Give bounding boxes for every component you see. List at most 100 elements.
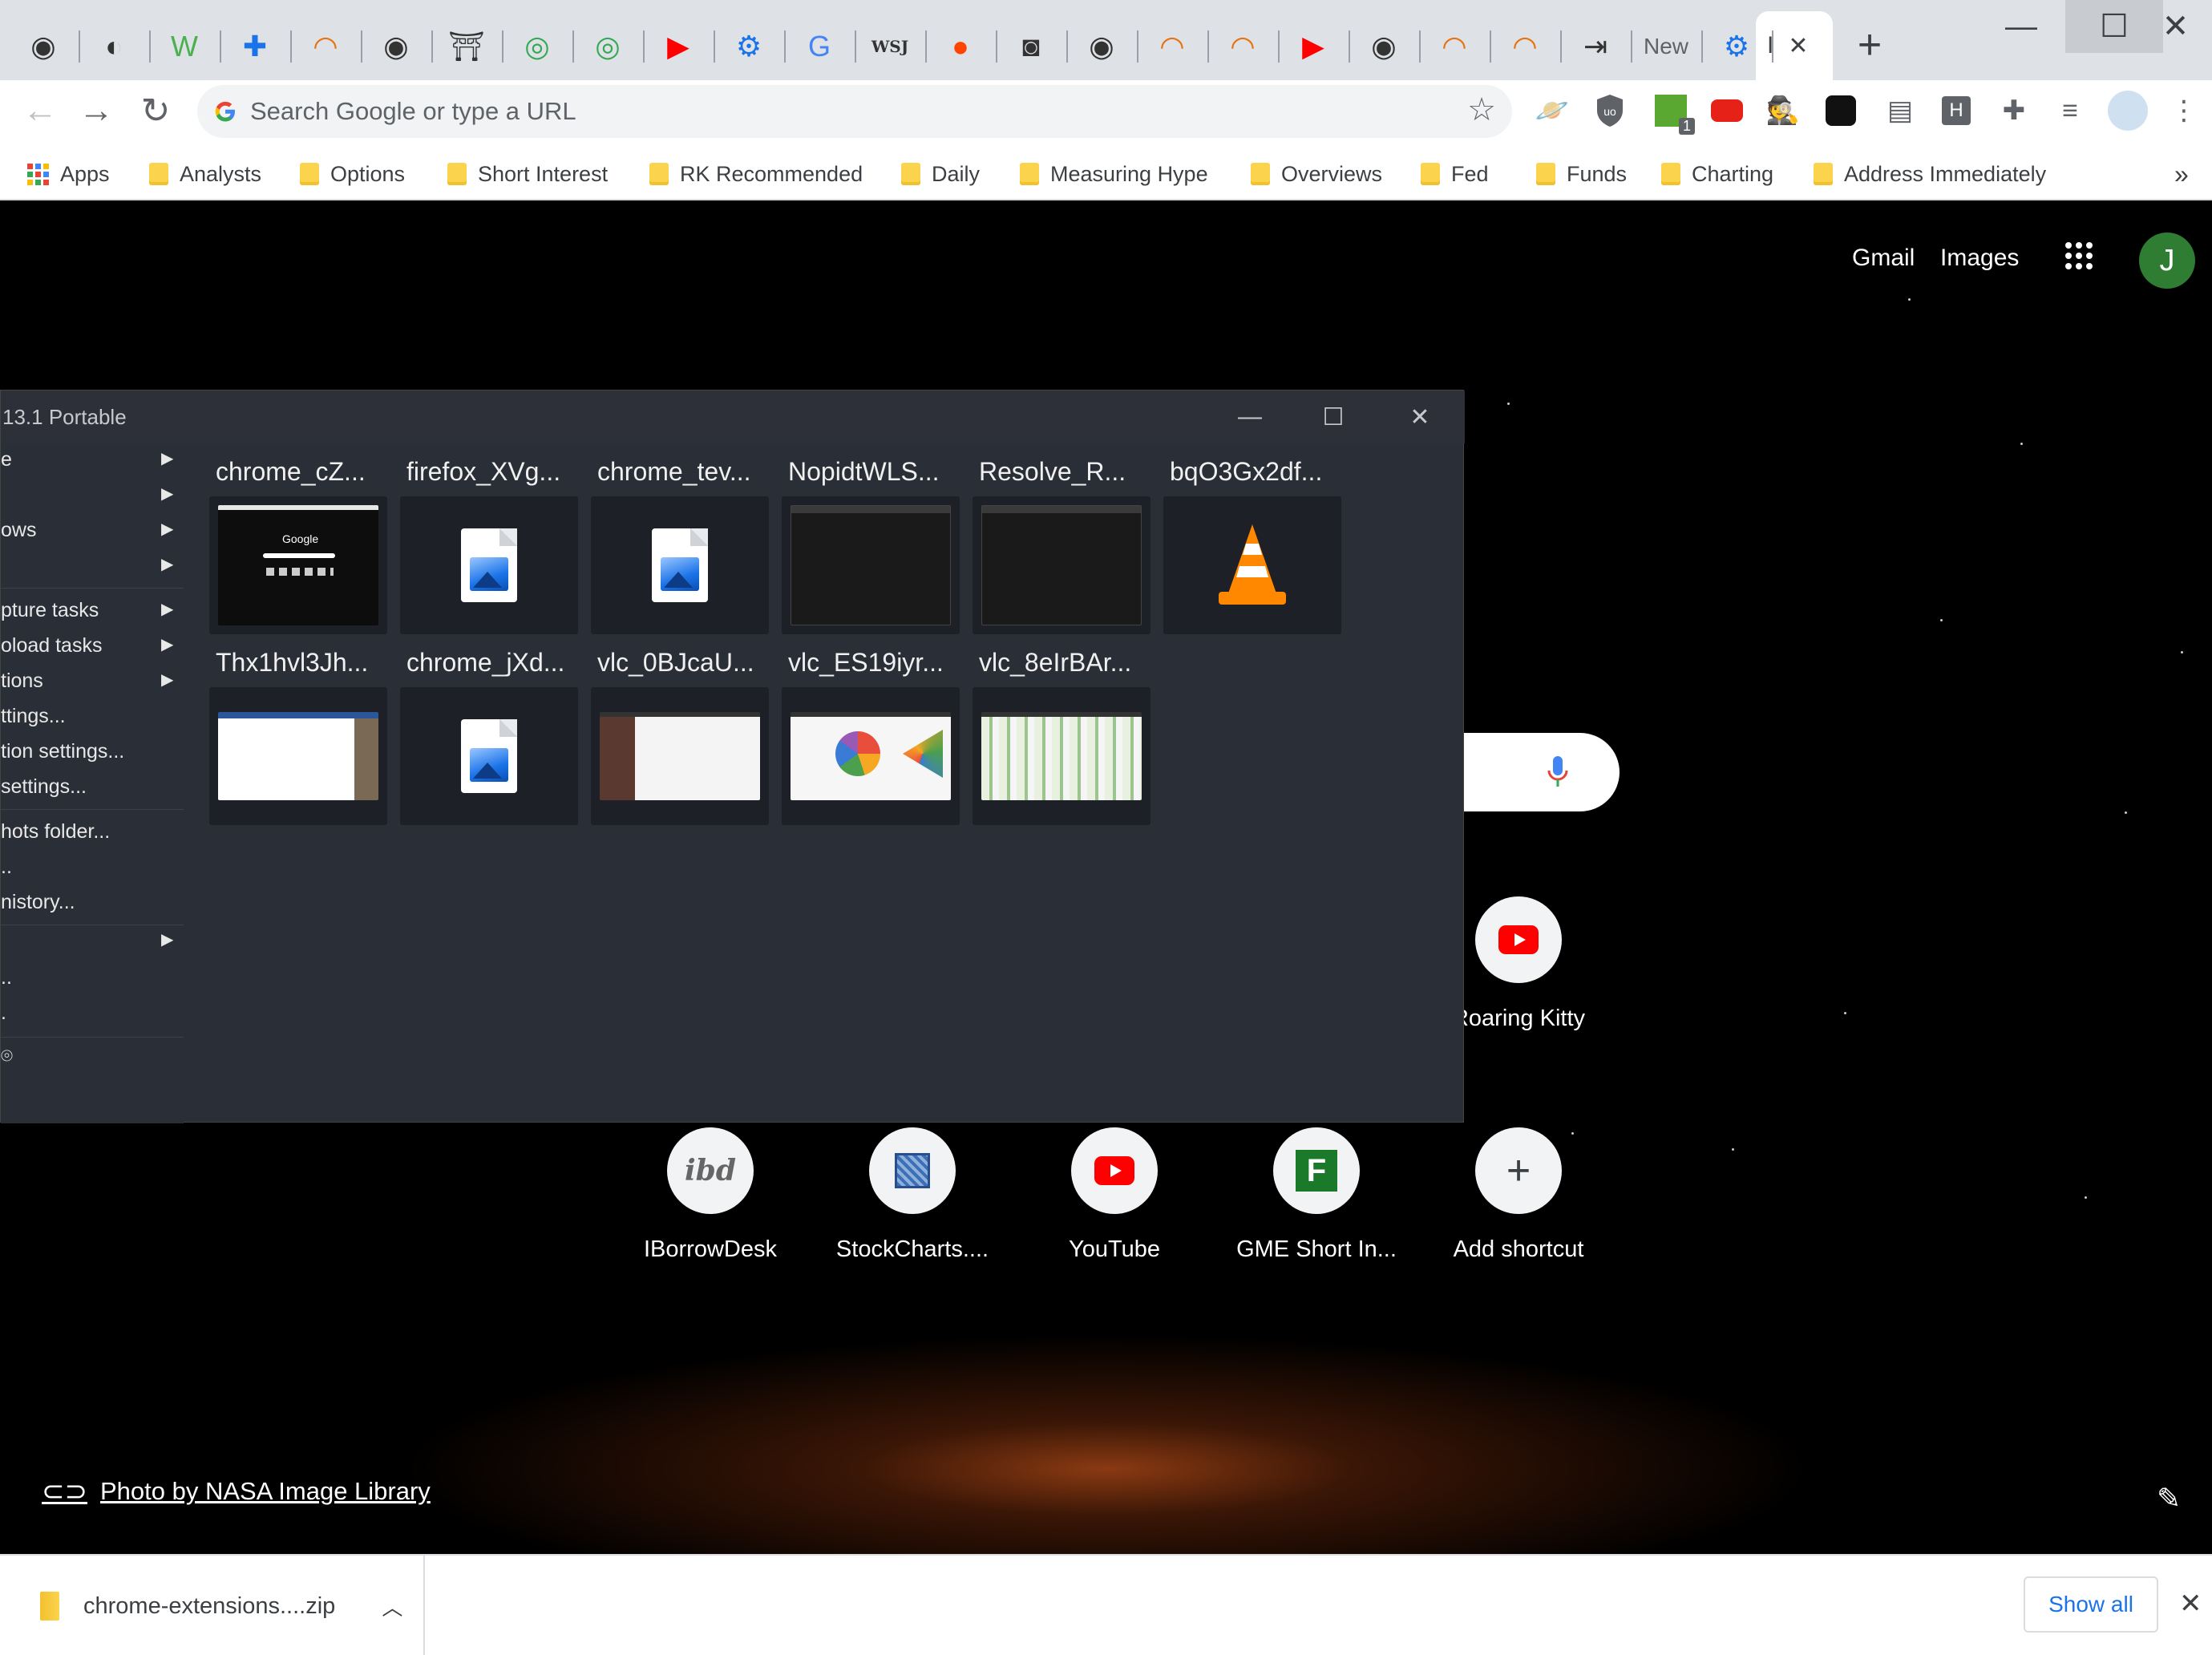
browser-tab[interactable]: ⇥ bbox=[1567, 21, 1624, 72]
browser-tab[interactable]: WSJ bbox=[861, 21, 919, 72]
sharex-close-button[interactable]: ✕ bbox=[1380, 390, 1460, 443]
sharex-maximize-button[interactable]: ☐ bbox=[1293, 390, 1373, 443]
images-link[interactable]: Images bbox=[1940, 245, 2019, 272]
browser-tab[interactable]: ◉ bbox=[1073, 21, 1130, 72]
history-thumbnail[interactable]: chrome_jXd... bbox=[400, 642, 578, 825]
browser-tab[interactable]: ◠ bbox=[1496, 21, 1554, 72]
bookmark-folder[interactable]: Address Immediately bbox=[1814, 148, 2046, 200]
menu-item[interactable]: . bbox=[1, 1001, 184, 1025]
bookmark-star-icon[interactable]: ☆ bbox=[1467, 91, 1496, 128]
bookmark-apps[interactable]: Apps bbox=[27, 148, 110, 200]
menu-item[interactable]: ttings... bbox=[1, 705, 184, 728]
back-button[interactable]: ← bbox=[14, 85, 66, 136]
history-thumbnail[interactable]: bqO3Gx2df... bbox=[1163, 451, 1341, 634]
menu-item[interactable]: ows ▶ bbox=[1, 519, 184, 542]
extensions-puzzle-icon[interactable]: ✚ bbox=[1992, 88, 2036, 133]
h-extension-icon[interactable]: H bbox=[1934, 88, 1979, 133]
reload-button[interactable]: ↻ bbox=[130, 85, 181, 136]
browser-tab[interactable]: ⛩ bbox=[438, 21, 495, 72]
github-menu-item[interactable]: ⌾ bbox=[1, 1045, 184, 1068]
customize-pencil-icon[interactable]: ✎ bbox=[2157, 1482, 2181, 1515]
bookmark-folder[interactable]: Options bbox=[300, 148, 405, 200]
new-tab-button[interactable]: + bbox=[1844, 21, 1895, 72]
bookmark-folder[interactable]: Measuring Hype bbox=[1020, 148, 1208, 200]
menu-item[interactable]: .. bbox=[1, 966, 184, 989]
browser-tab[interactable]: ◠ bbox=[1143, 21, 1201, 72]
history-thumbnail[interactable]: Thx1hvl3Jh... bbox=[209, 642, 387, 825]
browser-tab[interactable]: ⚙ bbox=[1708, 21, 1765, 72]
bookmark-folder[interactable]: RK Recommended bbox=[649, 148, 863, 200]
history-thumbnail[interactable]: vlc_ES19iyr... bbox=[782, 642, 960, 825]
menu-item[interactable]: e ▶ bbox=[1, 448, 184, 471]
tab-close-icon[interactable]: ✕ bbox=[1788, 32, 1808, 60]
menu-item[interactable]: oload tasks ▶ bbox=[1, 634, 184, 658]
google-apps-icon[interactable] bbox=[2065, 242, 2093, 269]
browser-tab[interactable]: ◠ bbox=[1214, 21, 1272, 72]
chevron-up-icon[interactable]: ︿ bbox=[382, 1592, 402, 1621]
browser-tab[interactable]: ◎ bbox=[579, 21, 637, 72]
browser-tab[interactable]: W bbox=[156, 21, 213, 72]
active-tab[interactable]: I ✕ bbox=[1756, 11, 1833, 80]
green-extension-icon[interactable]: 1 bbox=[1648, 88, 1695, 135]
history-thumbnail[interactable]: chrome_cZ... Google bbox=[209, 451, 387, 634]
bookmark-folder[interactable]: Overviews bbox=[1251, 148, 1382, 200]
gmail-link[interactable]: Gmail bbox=[1852, 245, 1915, 272]
browser-tab[interactable]: ◠ bbox=[1425, 21, 1483, 72]
history-thumbnail[interactable]: NopidtWLS... bbox=[782, 451, 960, 634]
history-thumbnail[interactable]: chrome_tev... bbox=[591, 451, 769, 634]
media-control-icon[interactable]: ≡ bbox=[2048, 88, 2093, 133]
history-thumbnail[interactable]: vlc_8eIrBAr... bbox=[973, 642, 1150, 825]
youtube-extension-icon[interactable] bbox=[1704, 88, 1749, 133]
show-all-button[interactable]: Show all bbox=[2024, 1576, 2158, 1633]
browser-tab[interactable]: ✚ bbox=[226, 21, 284, 72]
ublock-icon[interactable]: uo bbox=[1587, 88, 1632, 133]
shortcut-iborrowdesk[interactable]: ibd IBorrowDesk bbox=[638, 1127, 782, 1263]
browser-tab[interactable]: G bbox=[791, 21, 848, 72]
close-window-button[interactable]: ✕ bbox=[2139, 0, 2212, 53]
history-thumbnail[interactable]: Resolve_R... bbox=[973, 451, 1150, 634]
saturn-extension-icon[interactable]: 🪐 bbox=[1530, 88, 1575, 133]
menu-item[interactable]: tions ▶ bbox=[1, 670, 184, 693]
forward-button[interactable]: → bbox=[71, 85, 122, 136]
sharex-titlebar[interactable]: 13.1 Portable — ☐ ✕ bbox=[1, 390, 1465, 443]
browser-tab[interactable]: ◠ bbox=[297, 21, 354, 72]
account-avatar[interactable]: J bbox=[2139, 233, 2195, 289]
glasses-extension-icon[interactable] bbox=[1818, 88, 1863, 133]
bookmark-folder[interactable]: Fed bbox=[1421, 148, 1489, 200]
shortcut-stockcharts[interactable]: StockCharts.... bbox=[836, 1127, 989, 1263]
chrome-menu-icon[interactable]: ⋮ bbox=[2161, 88, 2206, 133]
history-thumbnail[interactable]: firefox_XVg... bbox=[400, 451, 578, 634]
browser-tab[interactable]: New bbox=[1637, 21, 1695, 72]
profile-avatar-icon[interactable] bbox=[2105, 88, 2150, 133]
menu-item[interactable]: tion settings... bbox=[1, 740, 184, 763]
bookmark-folder[interactable]: Daily bbox=[901, 148, 980, 200]
browser-tab[interactable]: ◉ bbox=[14, 21, 72, 72]
shortcut-roaring-kitty[interactable]: Roaring Kitty bbox=[1446, 896, 1591, 1032]
minimize-button[interactable]: — bbox=[1972, 0, 2070, 53]
close-downloads-icon[interactable]: ✕ bbox=[2179, 1588, 2202, 1620]
photo-credit-link[interactable]: ⊂⊃ Photo by NASA Image Library bbox=[42, 1475, 431, 1507]
reader-icon[interactable]: ▤ bbox=[1878, 88, 1923, 133]
shortcut-youtube[interactable]: YouTube bbox=[1042, 1127, 1187, 1263]
browser-tab[interactable]: ◙ bbox=[1002, 21, 1060, 72]
browser-tab[interactable]: ◉ bbox=[1355, 21, 1413, 72]
menu-item[interactable]: nistory... bbox=[1, 891, 184, 914]
add-shortcut-button[interactable]: + Add shortcut bbox=[1446, 1127, 1591, 1263]
history-thumbnail[interactable]: vlc_0BJcaU... bbox=[591, 642, 769, 825]
browser-tab[interactable]: ⚙ bbox=[720, 21, 778, 72]
omnibox[interactable]: Search Google or type a URL ☆ bbox=[197, 85, 1512, 138]
sharex-minimize-button[interactable]: — bbox=[1210, 390, 1290, 443]
microphone-icon[interactable] bbox=[1546, 755, 1570, 790]
browser-tab[interactable]: ◐ bbox=[85, 21, 143, 72]
bookmarks-overflow-button[interactable]: » bbox=[2174, 148, 2189, 200]
menu-item[interactable]: pture tasks ▶ bbox=[1, 599, 184, 622]
bookmark-folder[interactable]: Funds bbox=[1536, 148, 1627, 200]
bookmark-folder[interactable]: Short Interest bbox=[447, 148, 608, 200]
menu-item[interactable]: .. bbox=[1, 856, 184, 879]
detective-icon[interactable]: 🕵 bbox=[1761, 88, 1806, 133]
browser-tab[interactable]: ▶ bbox=[649, 21, 707, 72]
browser-tab[interactable]: ▶ bbox=[1284, 21, 1342, 72]
bookmark-folder[interactable]: Charting bbox=[1661, 148, 1773, 200]
browser-tab[interactable]: ◉ bbox=[367, 21, 425, 72]
menu-item[interactable]: settings... bbox=[1, 775, 184, 799]
